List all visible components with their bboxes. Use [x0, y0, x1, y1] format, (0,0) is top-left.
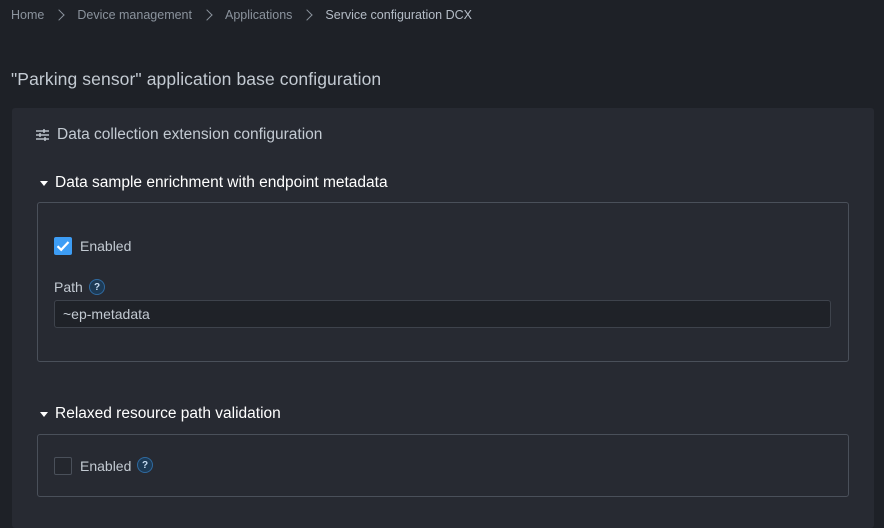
- page-title: "Parking sensor" application base config…: [11, 69, 382, 89]
- section-box-relaxed-path: Enabled ?: [37, 434, 849, 497]
- enabled-label: Enabled: [80, 238, 132, 254]
- dcx-config-panel: Data collection extension configuration …: [12, 108, 874, 528]
- breadcrumb-device-management[interactable]: Device management: [77, 8, 192, 22]
- enabled-checkbox[interactable]: [54, 457, 72, 475]
- path-input[interactable]: [54, 300, 831, 328]
- section-title: Data sample enrichment with endpoint met…: [55, 174, 388, 191]
- help-icon[interactable]: ?: [89, 279, 105, 295]
- tune-icon: [36, 129, 49, 141]
- check-icon: [56, 241, 70, 252]
- section-toggle-relaxed-path[interactable]: Relaxed resource path validation: [40, 405, 281, 423]
- enabled-checkbox[interactable]: [54, 237, 72, 255]
- chevron-right-icon: [53, 9, 66, 21]
- section-toggle-ep-metadata[interactable]: Data sample enrichment with endpoint met…: [40, 174, 388, 192]
- caret-down-icon: [40, 412, 48, 417]
- breadcrumb: Home Device management Applications Serv…: [11, 7, 472, 23]
- path-label: Path: [54, 279, 83, 295]
- section-box-ep-metadata: Enabled Path ?: [37, 202, 849, 362]
- panel-title: Data collection extension configuration: [57, 126, 323, 143]
- caret-down-icon: [40, 181, 48, 186]
- enabled-label: Enabled: [80, 458, 132, 474]
- section-title: Relaxed resource path validation: [55, 405, 281, 422]
- breadcrumb-current: Service configuration DCX: [325, 8, 473, 22]
- breadcrumb-applications[interactable]: Applications: [225, 8, 292, 22]
- chevron-right-icon: [201, 9, 213, 21]
- panel-header: Data collection extension configuration: [36, 126, 322, 144]
- help-icon[interactable]: ?: [137, 457, 153, 473]
- chevron-right-icon: [301, 9, 314, 21]
- breadcrumb-home[interactable]: Home: [11, 8, 44, 22]
